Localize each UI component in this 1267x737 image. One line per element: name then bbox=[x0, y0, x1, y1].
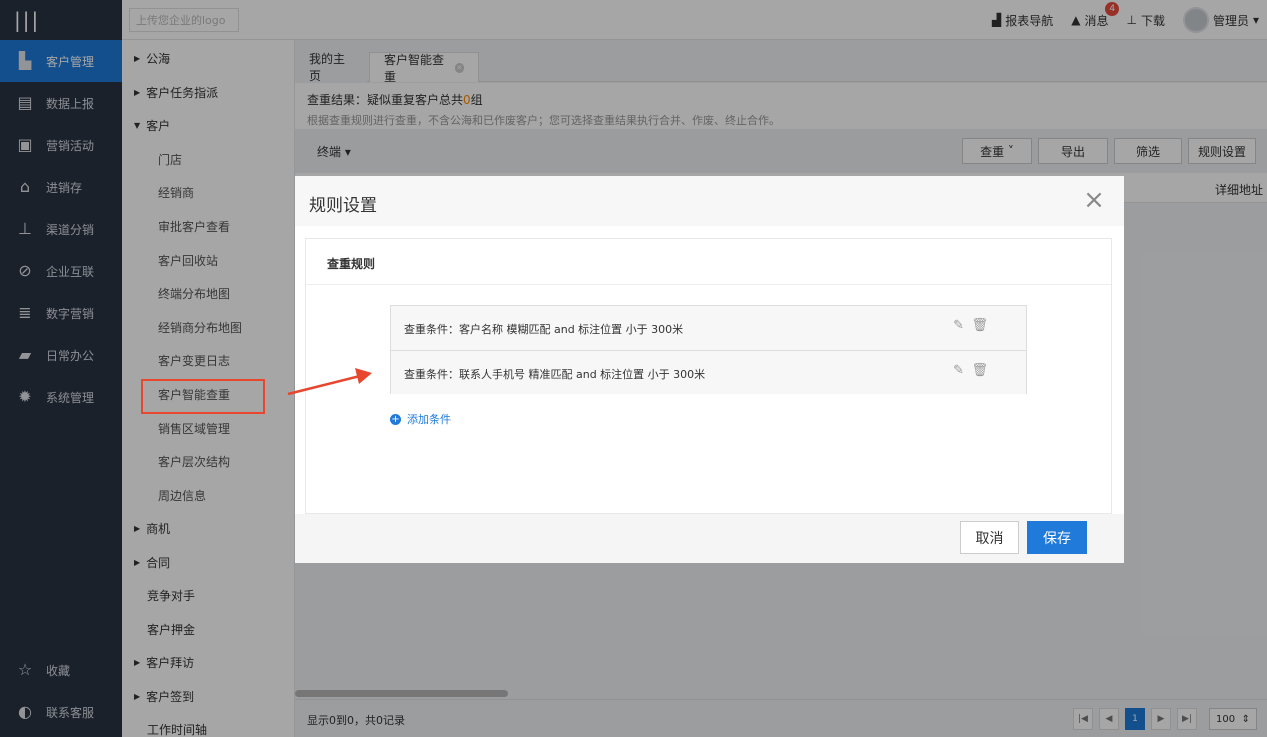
dialog-title: 规则设置 bbox=[309, 196, 377, 216]
add-condition-link[interactable]: + 添加条件 bbox=[390, 411, 451, 427]
edit-icon[interactable]: ✎ bbox=[953, 363, 964, 378]
dialog-header: 规则设置 × bbox=[295, 176, 1124, 226]
close-icon[interactable]: × bbox=[1082, 187, 1106, 213]
add-condition-label: 添加条件 bbox=[407, 413, 451, 426]
rule-row: 查重条件：客户名称 模糊匹配 and 标注位置 小于 300米 ✎ 🗑 bbox=[391, 306, 1026, 350]
trash-icon[interactable]: 🗑 bbox=[971, 363, 988, 378]
rule-text: 查重条件：联系人手机号 精准匹配 and 标注位置 小于 300米 bbox=[404, 368, 706, 381]
section-header: 查重规则 bbox=[306, 239, 1111, 285]
dialog-body: 查重规则 查重条件：客户名称 模糊匹配 and 标注位置 小于 300米 ✎ 🗑… bbox=[305, 238, 1112, 514]
rule-list: 查重条件：客户名称 模糊匹配 and 标注位置 小于 300米 ✎ 🗑 查重条件… bbox=[390, 305, 1027, 394]
rule-text: 查重条件：客户名称 模糊匹配 and 标注位置 小于 300米 bbox=[404, 323, 684, 336]
edit-icon[interactable]: ✎ bbox=[953, 318, 964, 333]
save-button[interactable]: 保存 bbox=[1027, 521, 1087, 554]
dialog-footer: 取消 保存 bbox=[295, 514, 1124, 563]
rule-row: 查重条件：联系人手机号 精准匹配 and 标注位置 小于 300米 ✎ 🗑 bbox=[391, 350, 1026, 394]
cancel-button[interactable]: 取消 bbox=[960, 521, 1019, 554]
section-title: 查重规则 bbox=[327, 257, 376, 271]
rule-settings-dialog: 规则设置 × 查重规则 查重条件：客户名称 模糊匹配 and 标注位置 小于 3… bbox=[295, 176, 1124, 563]
plus-circle-icon: + bbox=[390, 413, 401, 425]
trash-icon[interactable]: 🗑 bbox=[971, 318, 988, 333]
highlighted-smart-dedupe[interactable] bbox=[122, 377, 265, 411]
